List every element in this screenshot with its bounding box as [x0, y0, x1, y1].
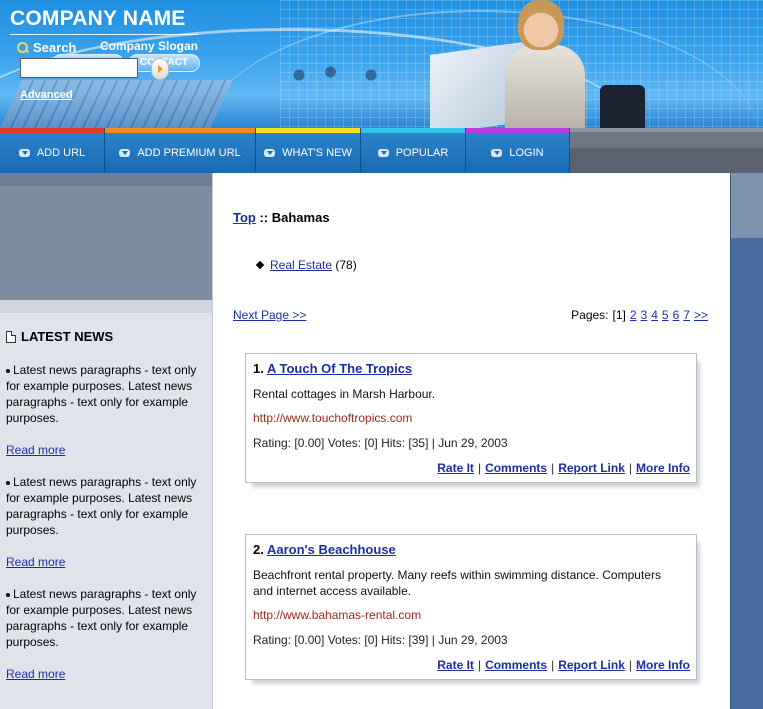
- nav-label: WHAT'S NEW: [282, 147, 352, 159]
- document-icon: [6, 330, 16, 343]
- action-separator: |: [477, 461, 482, 475]
- nav-item-whats-new[interactable]: WHAT'S NEW: [256, 128, 361, 173]
- category-link[interactable]: Real Estate: [270, 258, 332, 272]
- report-link[interactable]: Report Link: [558, 658, 625, 672]
- nav-label: ADD PREMIUM URL: [137, 147, 241, 159]
- nav-item-login[interactable]: LOGIN: [466, 128, 570, 173]
- action-separator: |: [628, 658, 632, 672]
- main-content: Top :: Bahamas Real Estate (78) Next Pag…: [212, 173, 730, 709]
- category-count: (78): [335, 258, 357, 272]
- arrow-down-icon: [18, 149, 30, 157]
- action-separator: |: [477, 658, 482, 672]
- listing-meta: Rating: [0.00] Votes: [0] Hits: [39] | J…: [253, 633, 508, 647]
- listing-title-link[interactable]: A Touch Of The Tropics: [267, 361, 412, 376]
- nav-item-add-url[interactable]: ADD URL: [0, 128, 105, 173]
- page-link[interactable]: 3: [641, 308, 648, 322]
- news-text: Latest news paragraphs - text only for e…: [6, 363, 197, 425]
- woman-photo-body: [505, 45, 585, 128]
- chair-image: [600, 85, 645, 128]
- nav-label: LOGIN: [509, 147, 544, 159]
- action-separator: |: [628, 461, 632, 475]
- listing-url: http://www.bahamas-rental.com: [253, 608, 422, 622]
- news-text: Latest news paragraphs - text only for e…: [6, 475, 197, 537]
- rate-it-link[interactable]: Rate It: [437, 658, 474, 672]
- keyboard-image: [0, 80, 233, 128]
- bullet-icon: [6, 480, 10, 485]
- search-heading: Search: [17, 40, 76, 55]
- listing-card: 1. A Touch Of The Tropics Rental cottage…: [245, 353, 697, 483]
- search-go-button[interactable]: [151, 58, 169, 80]
- nav-filler: [570, 128, 763, 173]
- search-label: Search: [33, 40, 77, 55]
- arrow-down-icon: [264, 149, 276, 157]
- listing-url: http://www.touchoftropics.com: [253, 411, 413, 425]
- news-text: Latest news paragraphs - text only for e…: [6, 587, 197, 649]
- comments-link[interactable]: Comments: [485, 658, 547, 672]
- page-link[interactable]: 7: [683, 308, 690, 322]
- current-page: [1]: [612, 308, 626, 322]
- pagination: Pages: [1] 2 3 4 5 6 7 >>: [571, 308, 708, 322]
- search-icon: [17, 41, 29, 54]
- rate-it-link[interactable]: Rate It: [437, 461, 474, 475]
- more-info-link[interactable]: More Info: [636, 658, 690, 672]
- nav-item-add-premium-url[interactable]: ADD PREMIUM URL: [105, 128, 256, 173]
- main-nav: ADD URL ADD PREMIUM URL WHAT'S NEW POPUL…: [0, 128, 763, 173]
- news-item: Latest news paragraphs - text only for e…: [6, 362, 206, 426]
- listing-description: Rental cottages in Marsh Harbour.: [253, 387, 436, 401]
- listing-actions: Rate It | Comments | Report Link | More Inf…: [437, 461, 690, 475]
- more-info-link[interactable]: More Info: [636, 461, 690, 475]
- category-item: Real Estate (78): [255, 258, 357, 272]
- right-column-top: [731, 173, 763, 238]
- search-panel: [0, 173, 212, 300]
- listing-title-link[interactable]: Aaron's Beachhouse: [267, 542, 396, 557]
- page-link[interactable]: 4: [651, 308, 658, 322]
- arrow-down-icon: [491, 149, 503, 157]
- company-name: COMPANY NAME: [10, 7, 186, 30]
- listing-number: 1.: [253, 361, 264, 376]
- bullet-icon: [6, 368, 10, 373]
- breadcrumb-current: Bahamas: [271, 210, 330, 225]
- nav-item-popular[interactable]: POPULAR: [361, 128, 466, 173]
- page-link[interactable]: 5: [662, 308, 669, 322]
- bullet-icon: [6, 592, 10, 597]
- news-item: Latest news paragraphs - text only for e…: [6, 586, 206, 650]
- breadcrumb-top-link[interactable]: Top: [233, 210, 256, 225]
- page-link[interactable]: 2: [630, 308, 637, 322]
- listing-title: 1. A Touch Of The Tropics: [253, 361, 412, 376]
- listing-actions: Rate It | Comments | Report Link | More Inf…: [437, 658, 690, 672]
- arrow-down-icon: [377, 149, 389, 157]
- arrow-down-icon: [119, 149, 131, 157]
- listing-description: Beachfront rental property. Many reefs w…: [253, 568, 661, 598]
- right-column: [730, 173, 763, 709]
- listing-card: 2. Aaron's Beachhouse Beachfront rental …: [245, 534, 697, 680]
- read-more-link[interactable]: Read more: [6, 443, 65, 457]
- next-page-link[interactable]: Next Page >>: [233, 308, 306, 322]
- listing-meta: Rating: [0.00] Votes: [0] Hits: [35] | J…: [253, 436, 508, 450]
- page-next-link[interactable]: >>: [694, 308, 708, 322]
- news-title: LATEST NEWS: [21, 329, 114, 344]
- breadcrumb: Top :: Bahamas: [233, 210, 330, 225]
- diamond-bullet-icon: [255, 260, 265, 270]
- advanced-search-link[interactable]: Advanced: [20, 89, 73, 101]
- breadcrumb-separator: ::: [255, 210, 272, 225]
- listing-title: 2. Aaron's Beachhouse: [253, 542, 396, 557]
- search-input[interactable]: [20, 58, 138, 78]
- report-link[interactable]: Report Link: [558, 461, 625, 475]
- next-page: Next Page >>: [233, 308, 306, 322]
- brand-divider: [10, 34, 198, 35]
- action-separator: |: [551, 461, 555, 475]
- nav-label: ADD URL: [36, 147, 86, 159]
- comments-link[interactable]: Comments: [485, 461, 547, 475]
- office-people-image: [290, 60, 380, 90]
- read-more-link[interactable]: Read more: [6, 667, 65, 681]
- nav-label: POPULAR: [395, 147, 449, 159]
- latest-news-heading: LATEST NEWS: [6, 329, 113, 344]
- read-more-link[interactable]: Read more: [6, 555, 65, 569]
- page-link[interactable]: 6: [673, 308, 680, 322]
- woman-photo-head: [518, 0, 564, 50]
- action-separator: |: [551, 658, 555, 672]
- news-item: Latest news paragraphs - text only for e…: [6, 474, 206, 538]
- listing-number: 2.: [253, 542, 264, 557]
- pages-label: Pages:: [571, 308, 609, 322]
